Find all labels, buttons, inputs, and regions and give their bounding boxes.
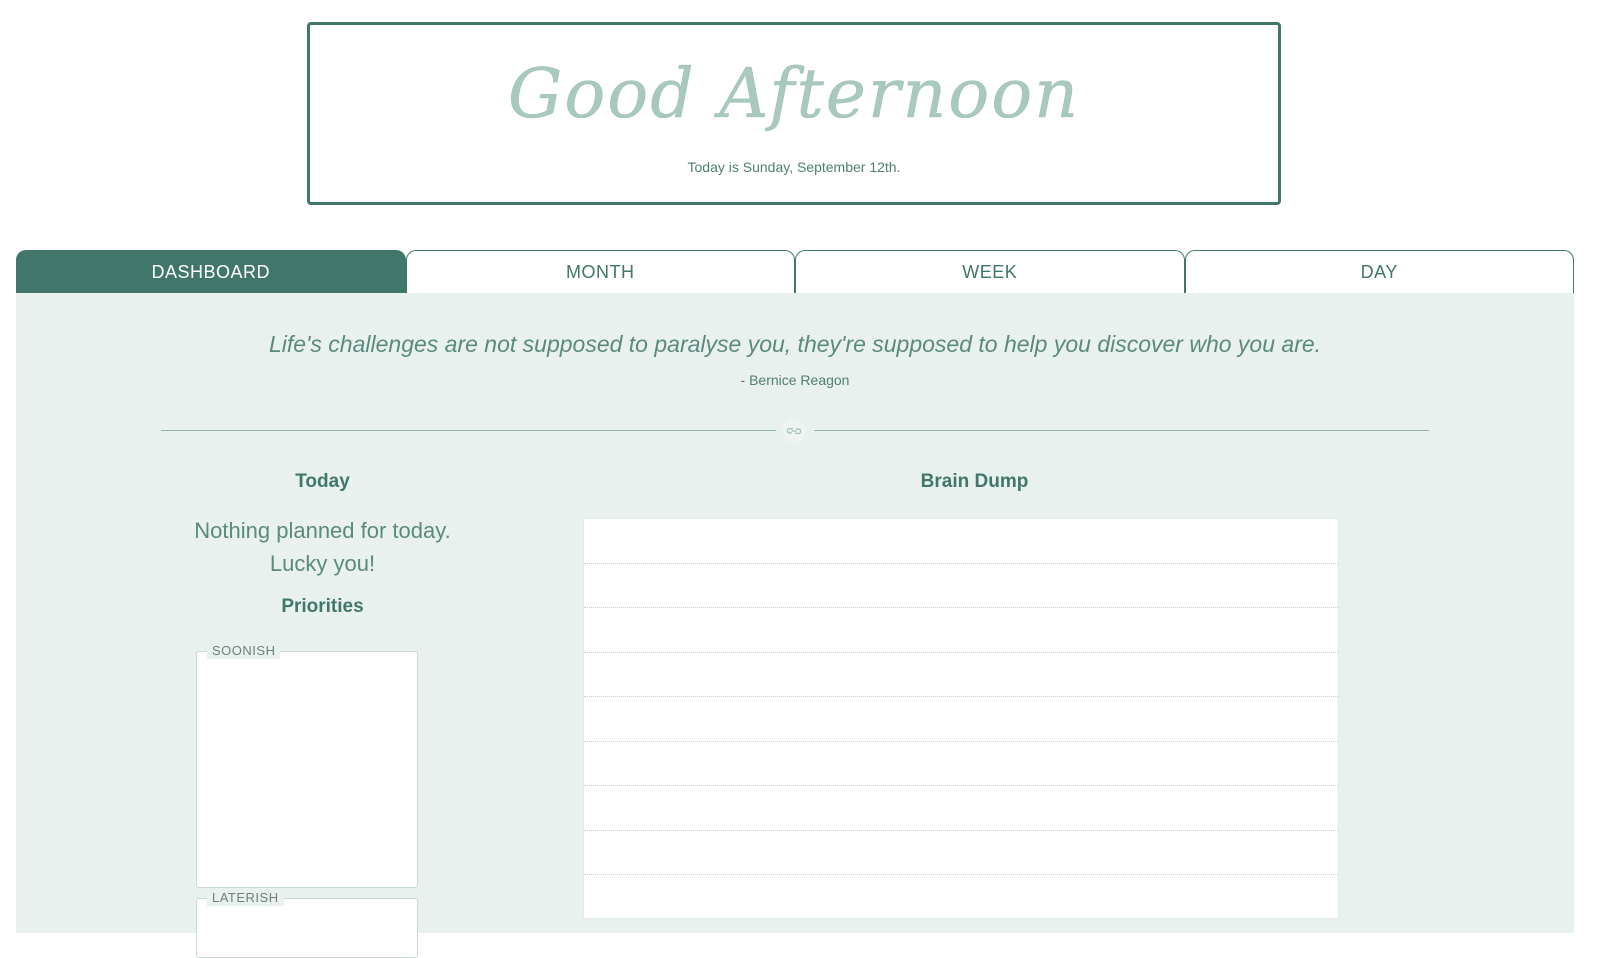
laterish-box[interactable]: LATERISH: [196, 890, 418, 958]
quote-text: Life's challenges are not supposed to pa…: [268, 331, 1322, 357]
dashboard-panel: Life's challenges are not supposed to pa…: [16, 293, 1574, 958]
divider-line-right: [814, 430, 1429, 431]
quote-author: - Bernice Reagon: [740, 372, 850, 388]
brain-dump-line[interactable]: [584, 608, 1338, 653]
brain-dump-notepad[interactable]: [583, 518, 1339, 919]
soonish-label: SOONISH: [207, 643, 281, 659]
brain-dump-line[interactable]: [584, 697, 1338, 742]
tab-dashboard[interactable]: DASHBOARD: [16, 250, 406, 294]
greeting-title: Good Afternoon: [508, 55, 1080, 134]
greeting-card: Good Afternoon Today is Sunday, Septembe…: [307, 22, 1281, 205]
soonish-box[interactable]: SOONISH: [196, 643, 418, 888]
today-empty-message: Nothing planned for today. Lucky you!: [176, 514, 469, 580]
tab-month[interactable]: MONTH: [405, 250, 795, 294]
brain-dump-line[interactable]: [584, 742, 1338, 786]
today-title: Today: [295, 471, 350, 492]
brain-dump-line[interactable]: [584, 519, 1338, 564]
view-tabs: DASHBOARD MONTH WEEK DAY: [16, 250, 1574, 294]
brain-dump-title: Brain Dump: [920, 471, 1029, 492]
greeting-date: Today is Sunday, September 12th.: [687, 159, 901, 175]
brain-dump-line[interactable]: [584, 831, 1338, 875]
priorities-title: Priorities: [281, 596, 364, 617]
today-empty-line-1: Nothing planned for today.: [194, 518, 451, 543]
tab-week[interactable]: WEEK: [795, 250, 1185, 294]
brain-dump-line[interactable]: [584, 653, 1338, 697]
brain-dump-line[interactable]: [584, 564, 1338, 608]
link-icon: [782, 419, 806, 443]
divider-line-left: [161, 430, 776, 431]
tab-day[interactable]: DAY: [1184, 250, 1574, 294]
brain-dump-line[interactable]: [584, 786, 1338, 831]
today-empty-line-2: Lucky you!: [269, 551, 376, 576]
laterish-label: LATERISH: [207, 890, 284, 906]
brain-dump-line[interactable]: [584, 875, 1338, 920]
